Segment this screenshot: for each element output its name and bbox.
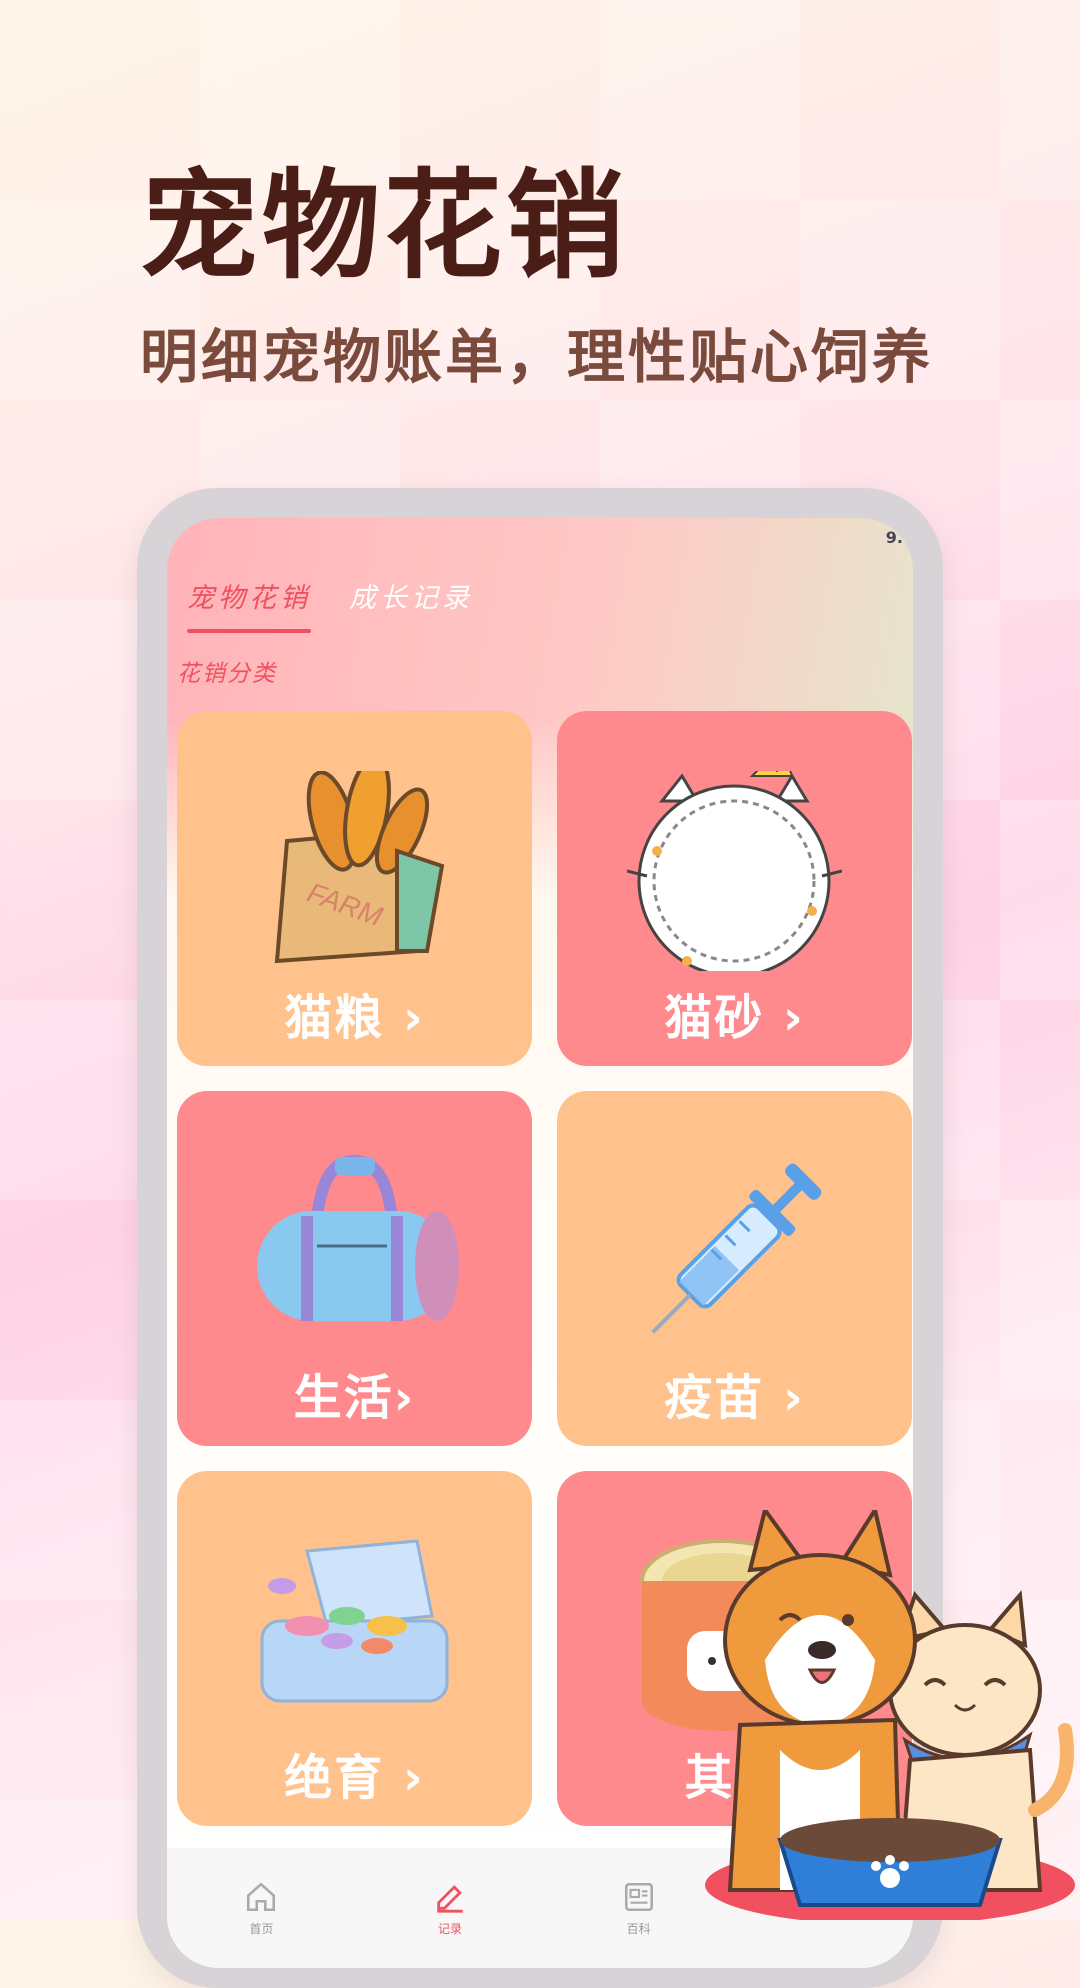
home-icon <box>247 1882 276 1911</box>
category-label: 生活› <box>293 1370 416 1426</box>
nav-record[interactable]: 记录 <box>433 1880 467 1937</box>
status-time: 9. <box>885 528 903 547</box>
bread-bag-icon: FARM <box>274 771 445 964</box>
pill-box-icon <box>260 1539 449 1703</box>
tab-growth-records[interactable]: 成长记录 <box>349 576 473 615</box>
nav-label: 首页 <box>249 1921 274 1936</box>
category-label: 猫粮 › <box>284 990 425 1046</box>
hero-title: 宠物花销 <box>140 157 629 295</box>
category-card-cat-food[interactable]: FARM 猫粮 › <box>177 711 532 1066</box>
top-tabs: 宠物花销 成长记录 <box>187 576 473 633</box>
category-label: 疫苗 › <box>664 1370 805 1426</box>
nav-home[interactable]: 首页 <box>244 1880 278 1937</box>
nav-label: 百科 <box>626 1921 651 1936</box>
dog-and-cat-mascot-illustration <box>705 1510 1075 1920</box>
pencil-icon <box>437 1884 463 1913</box>
category-label: 绝育 › <box>284 1750 425 1806</box>
category-card-neuter[interactable]: 绝育 › <box>177 1471 532 1826</box>
syringe-icon <box>651 1163 822 1334</box>
tab-pet-expenses[interactable]: 宠物花销 <box>187 576 311 633</box>
category-card-cat-litter[interactable]: 猫砂 › <box>557 711 912 1066</box>
nav-encyclopedia[interactable]: 百科 <box>622 1880 656 1937</box>
nav-label: 记录 <box>437 1921 462 1936</box>
category-label: 猫砂 › <box>664 990 805 1046</box>
category-card-living[interactable]: 生活› <box>177 1091 532 1446</box>
category-card-vaccine[interactable]: 疫苗 › <box>557 1091 912 1446</box>
section-label: 花销分类 <box>177 661 277 687</box>
duffel-bag-icon <box>257 1154 459 1321</box>
cat-plate-icon <box>627 771 842 971</box>
hero-subtitle: 明细宠物账单，理性贴心饲养 <box>140 323 934 391</box>
news-icon <box>624 1882 653 1911</box>
